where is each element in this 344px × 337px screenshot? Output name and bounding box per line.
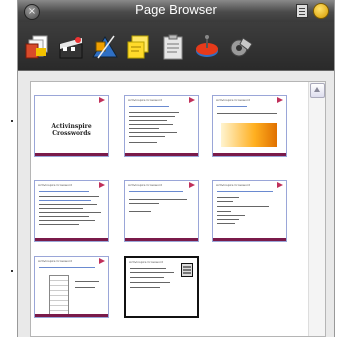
page-thumbnail-7[interactable]: Activinspire Crossword xyxy=(34,256,109,318)
document-icon[interactable] xyxy=(296,4,308,18)
page-footer xyxy=(213,238,286,241)
margin-marker xyxy=(11,270,13,272)
scroll-up-icon[interactable] xyxy=(310,83,325,98)
page-header: Activinspire Crossword xyxy=(38,183,73,187)
text-line xyxy=(130,282,170,283)
logo-icon xyxy=(277,97,283,103)
text-line xyxy=(217,113,277,114)
text-line xyxy=(217,206,269,207)
text-line xyxy=(129,136,165,137)
spinner-icon[interactable] xyxy=(194,34,220,60)
margin-marker xyxy=(11,120,13,122)
text-line xyxy=(217,191,273,192)
text-line xyxy=(129,203,159,204)
clapboard-icon[interactable] xyxy=(58,34,84,60)
pages-icon[interactable] xyxy=(24,34,50,60)
logo-icon xyxy=(99,258,105,264)
text-line xyxy=(39,200,91,201)
text-line xyxy=(129,112,179,113)
clipboard-icon[interactable] xyxy=(160,34,186,60)
page-footer xyxy=(35,314,108,317)
page-header: Activinspire Crossword xyxy=(216,98,251,102)
text-line xyxy=(217,219,239,220)
page-thumbnail-4[interactable]: Activinspire Crossword xyxy=(34,180,109,242)
page-header: Activinspire Crossword xyxy=(129,260,164,264)
text-line xyxy=(75,287,95,288)
page-thumbnail-5[interactable]: Activinspire Crossword xyxy=(124,180,199,242)
text-line xyxy=(129,128,159,129)
text-line xyxy=(217,106,247,107)
left-margin xyxy=(0,0,17,337)
page-thumbnail-3[interactable]: Activinspire Crossword xyxy=(212,95,287,157)
text-line xyxy=(39,267,95,268)
window-title: Page Browser xyxy=(135,2,217,17)
text-line xyxy=(217,197,239,198)
text-line xyxy=(39,224,79,225)
logo-icon xyxy=(99,97,105,103)
page-footer xyxy=(125,238,198,241)
text-line xyxy=(217,201,233,202)
crossword-grid xyxy=(49,275,69,317)
shapes-icon[interactable] xyxy=(92,34,118,60)
page-header: Activinspire Crossword xyxy=(38,259,73,263)
text-line xyxy=(130,287,160,288)
page-header: Activinspire Crossword xyxy=(128,98,163,102)
text-line xyxy=(129,191,183,192)
text-line xyxy=(39,220,95,221)
page-footer xyxy=(35,238,108,241)
page-image xyxy=(221,123,277,147)
text-line xyxy=(129,211,151,212)
sticky-notes-icon[interactable] xyxy=(126,34,152,60)
page-thumbnail-1[interactable]: Activinspire Crosswords xyxy=(34,95,109,157)
text-line xyxy=(130,272,174,273)
text-line xyxy=(217,215,245,216)
page-footer xyxy=(35,153,108,156)
text-line xyxy=(129,199,187,200)
page-title: Activinspire Crosswords xyxy=(51,123,92,137)
text-line xyxy=(39,191,89,192)
text-line xyxy=(217,223,235,224)
gear-icon[interactable] xyxy=(228,34,254,60)
page-footer xyxy=(213,153,286,156)
logo-icon xyxy=(277,182,283,188)
bulb-icon[interactable] xyxy=(313,3,329,19)
text-line xyxy=(39,204,97,205)
text-line xyxy=(39,216,89,217)
text-line xyxy=(129,116,175,117)
text-line xyxy=(130,277,164,278)
text-line xyxy=(75,281,99,282)
text-line xyxy=(39,208,83,209)
page-header: Activinspire Crossword xyxy=(216,183,251,187)
text-line xyxy=(130,268,166,269)
page-header: Activinspire Crossword xyxy=(128,183,163,187)
text-line xyxy=(129,120,167,121)
vertical-scrollbar[interactable] xyxy=(308,82,325,336)
title-bar: × Page Browser xyxy=(18,0,334,22)
page-thumbnail-8[interactable]: Activinspire Crossword xyxy=(124,256,199,318)
page-thumbnail-6[interactable]: Activinspire Crossword xyxy=(212,180,287,242)
page-footer xyxy=(125,153,198,156)
text-line xyxy=(129,142,157,143)
text-line xyxy=(129,124,173,125)
text-line xyxy=(39,196,99,197)
page-thumbnail-grid[interactable]: Activinspire Crosswords Activinspire Cro… xyxy=(30,81,326,337)
text-line xyxy=(39,212,101,213)
text-line xyxy=(217,211,231,212)
logo-icon xyxy=(189,97,195,103)
logo-icon xyxy=(99,182,105,188)
note-icon xyxy=(181,263,193,277)
page-thumbnail-2[interactable]: Activinspire Crossword xyxy=(124,95,199,157)
page-browser-window: × Page Browser Activinspire Crosswords A… xyxy=(17,0,335,337)
text-line xyxy=(129,132,177,133)
logo-icon xyxy=(189,182,195,188)
toolbar xyxy=(18,22,334,71)
text-line xyxy=(129,106,169,107)
